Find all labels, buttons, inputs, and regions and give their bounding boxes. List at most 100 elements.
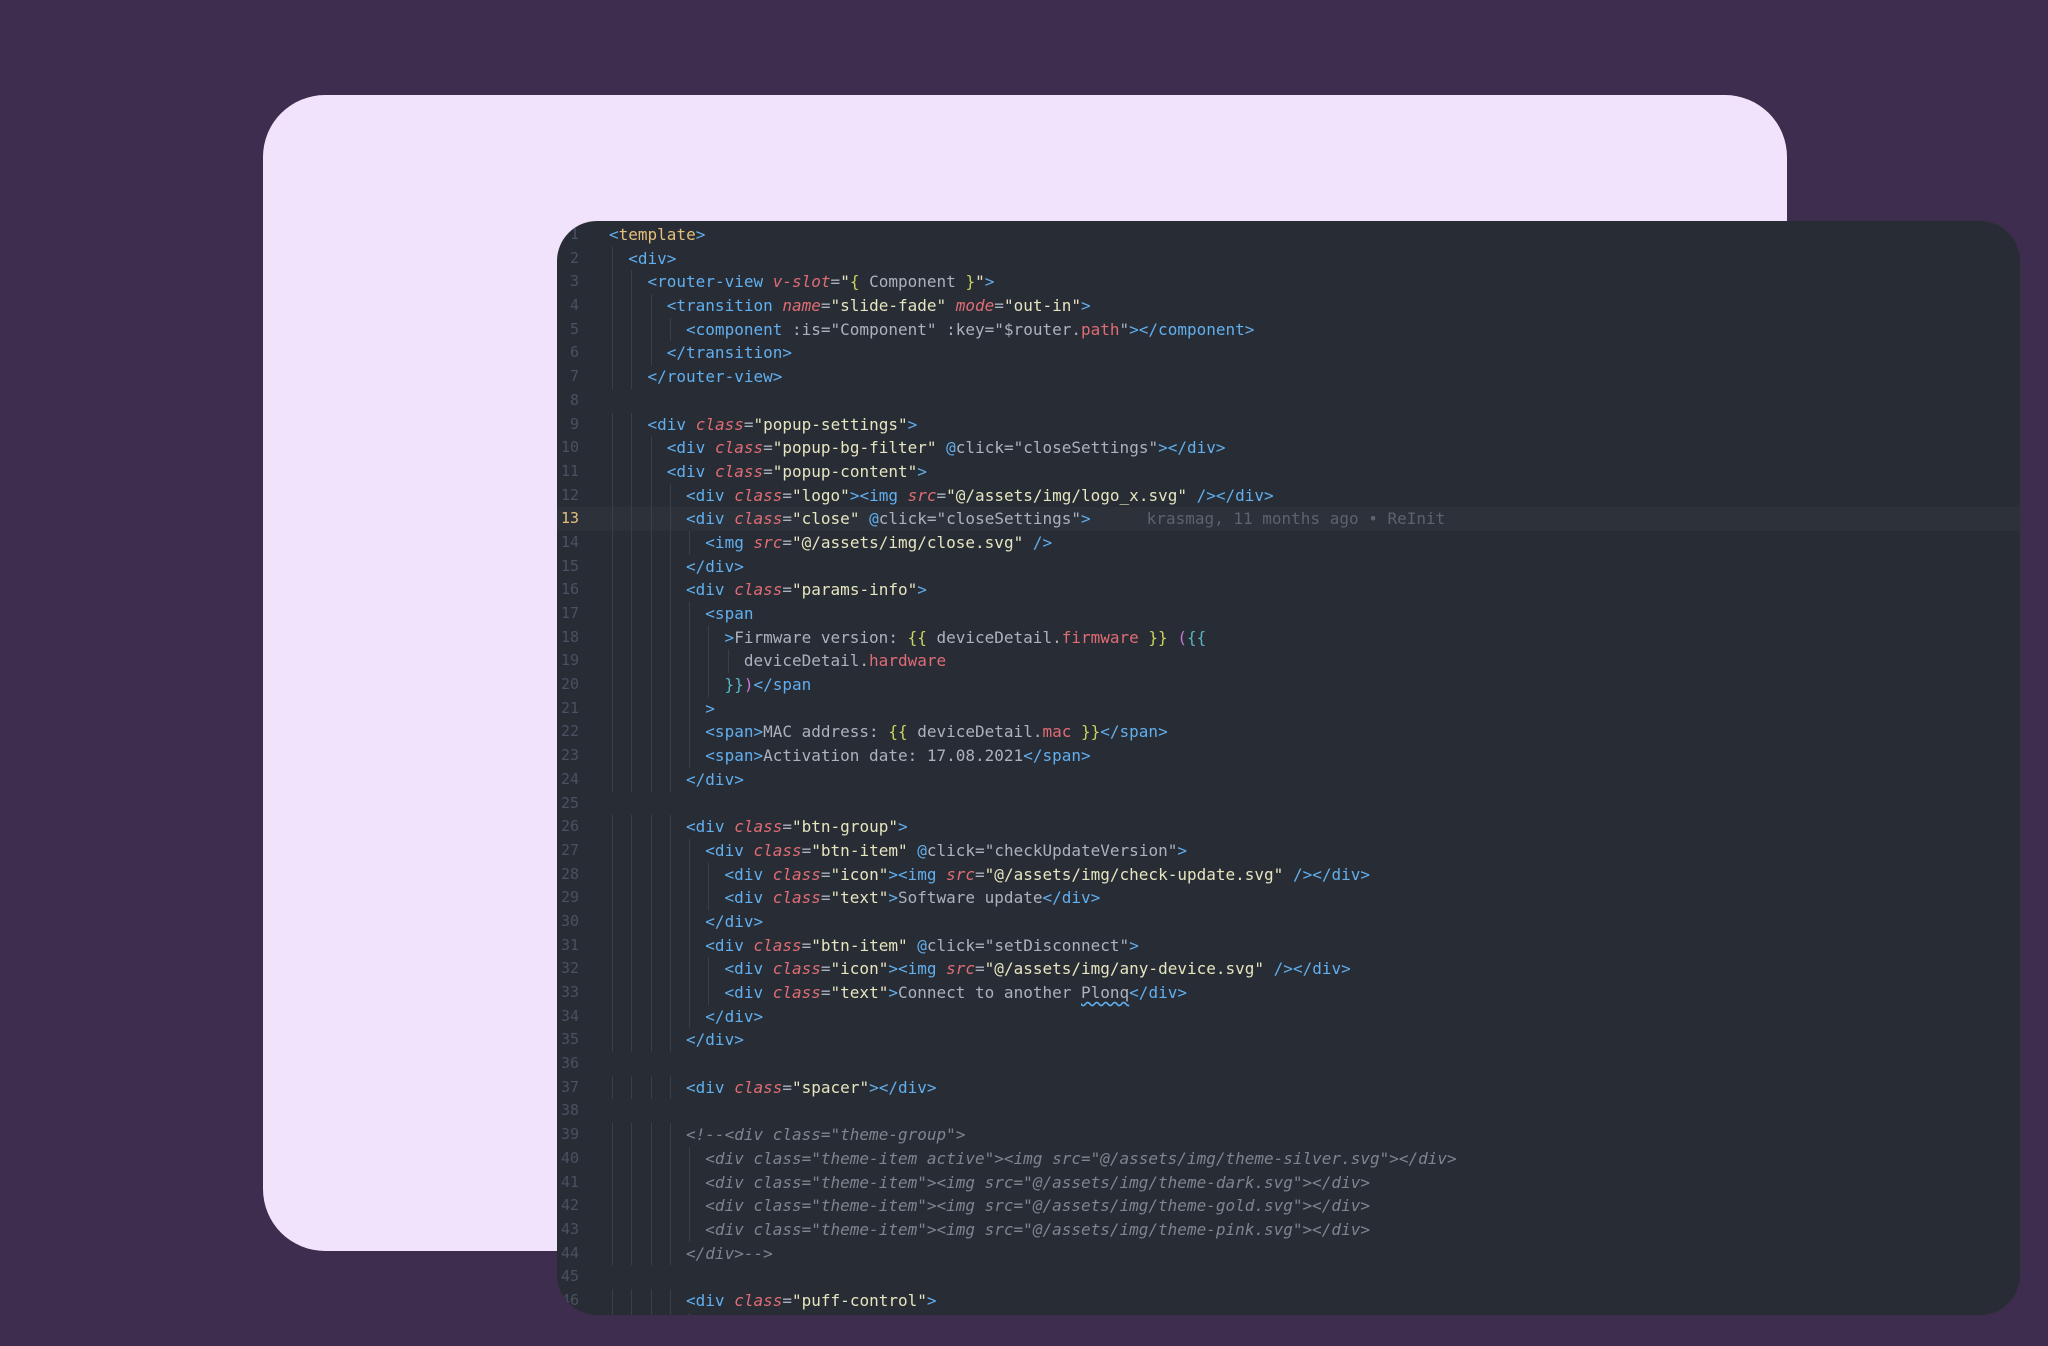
code-line[interactable]: 10 <div class="popup-bg-filter" @click="c… [557,436,2020,460]
indent-guide [612,1241,613,1266]
indent-guide [631,1146,633,1171]
code-line[interactable]: 4 <transition name="slide-fade" mode="out… [557,294,2020,318]
indent-guide [631,1217,633,1242]
code-line[interactable]: 41 <div class="theme-item"><img src="@/as… [557,1170,2020,1195]
line-number: 27 [560,840,579,859]
line-number: 22 [560,722,579,741]
code-text: <div class="text">Software update</div> [725,886,1101,910]
code-line[interactable]: 40 <div class="theme-item active"><img sr… [557,1146,2020,1171]
code-token: Firmware version: [734,627,908,647]
code-line[interactable]: 34 </div> [557,1004,2020,1029]
code-token: MAC address: [763,722,889,742]
code-line[interactable]: 25 [557,792,2020,816]
code-line[interactable]: 9 <div class="popup-settings"> [557,412,2020,437]
indent-guide [689,886,691,910]
code-line[interactable]: 43 <div class="theme-item"><img src="@/as… [557,1217,2020,1242]
code-token: <div [666,461,715,481]
code-token: deviceDetail. [926,627,1062,647]
code-line[interactable]: 24 </div> [557,767,2020,792]
code-token: > [907,414,918,434]
code-line[interactable]: 38 [557,1099,2020,1123]
code-line[interactable]: 32 <div class="icon"><img src="@/assets/i… [557,957,2020,981]
code-line[interactable]: 31 <div class="btn-item" @click="setDisco… [557,933,2020,958]
indent-guide [650,649,652,674]
indent-guide [612,341,613,366]
code-line[interactable]: 29 <div class="text">Software update</div… [557,886,2020,910]
code-text: <span>MAC address: {{ deviceDetail.mac }… [705,720,1167,744]
indent-guide [631,1123,633,1147]
indent-guide [631,1241,633,1266]
code-line[interactable]: 5 <component :is="Component" :key="$route… [557,317,2020,342]
code-line[interactable]: 27 <div class="btn-item" @click="checkUpd… [557,838,2020,863]
code-line[interactable]: 19 deviceDetail.hardware [557,649,2020,674]
indent-guide [650,1075,652,1100]
code-token: Connect to another [897,983,1081,1002]
code-line[interactable]: 20}})</span [557,673,2020,697]
code-line[interactable]: 3 <router-view v-slot="{ Component }"> [557,270,2020,295]
code-line[interactable]: 11 <div class="popup-content"> [557,459,2020,484]
code-line[interactable]: 46 <div class="puff-control"> [557,1288,2020,1313]
code-line[interactable]: 22 <span>MAC address: {{ deviceDetail.mac… [557,720,2020,745]
code-line[interactable]: 18 >Firmware version: {{ deviceDetail.fir… [557,625,2020,650]
indent-guide [612,649,613,674]
code-line[interactable]: 12 <div class="logo"><img src="@/assets/i… [557,483,2020,508]
indent-guide [669,1241,671,1266]
code-line[interactable]: 6 </transition> [557,341,2020,366]
code-line[interactable]: 26 <div class="btn-group"> [557,815,2020,839]
line-number: 37 [560,1077,579,1096]
code-text: <div class="label"> [705,1313,888,1316]
code-token: = [782,485,793,505]
code-token: = [975,864,985,884]
code-token: @ [917,935,927,955]
indent-guide [650,1028,652,1053]
code-line[interactable]: 37 <div class="spacer"></div> [557,1075,2020,1100]
code-text: <div class="puff-control"> [686,1289,936,1313]
indent-guide [631,1170,633,1195]
code-line[interactable]: 45 [557,1265,2020,1289]
indent-guide [708,673,710,697]
code-line[interactable]: 14 <img src="@/assets/img/close.svg" /> [557,530,2020,555]
code-line[interactable]: 13 <div class="close" @click="closeSettin… [557,507,2020,531]
code-line[interactable]: 42 <div class="theme-item"><img src="@/as… [557,1194,2020,1218]
line-number: 16 [560,580,579,599]
code-line[interactable]: 8 [557,389,2020,413]
code-line[interactable]: 15 </div> [557,554,2020,579]
code-text: <div class="theme-item"><img src="@/asse… [705,1171,1370,1195]
code-token: = [975,959,985,979]
code-text: <!--<div class="theme-group"> [686,1123,965,1147]
code-line[interactable]: 30 </div> [557,909,2020,934]
code-text: </div>--> [686,1242,773,1266]
indent-guide [689,909,691,934]
indent-guide [612,483,613,508]
line-number: 17 [560,604,579,622]
code-token: > [1081,509,1091,529]
code-token: "icon" [830,864,889,884]
code-line[interactable]: 21 > [557,696,2020,721]
code-token: = [743,414,754,434]
indent-guide [689,673,691,697]
code-line[interactable]: 47 <div class="label"> [557,1312,2020,1316]
code-line[interactable]: 39 <!--<div class="theme-group"> [557,1123,2020,1147]
code-line[interactable]: 28 <div class="icon"><img src="@/assets/i… [557,862,2020,887]
code-line[interactable]: 16 <div class="params-info"> [557,578,2020,602]
code-token: }} [724,675,744,695]
code-editor[interactable]: 1 <template> 2 <div> 3 <router-view v-slot="{… [557,221,2020,1315]
code-token: "@/assets/img/logo_x.svg" [946,485,1187,505]
code-line[interactable]: 23 <span>Activation date: 17.08.2021</spa… [557,744,2020,768]
code-line[interactable]: 36 [557,1052,2020,1076]
code-line[interactable]: 2 <div> [557,246,2020,271]
code-line[interactable]: 17 <span [557,602,2020,626]
code-line[interactable]: 33 <div class="text">Connect to another P… [557,981,2020,1005]
indent-guide [612,459,613,484]
code-token: ></component> [1129,319,1255,339]
code-token: > [888,983,898,1002]
code-line[interactable]: 1 <template> [557,223,2020,247]
code-token: = [820,983,831,1002]
code-line[interactable]: 35 </div> [557,1028,2020,1053]
indent-guide [689,1004,691,1029]
code-line[interactable]: 44 </div>--> [557,1241,2020,1266]
code-line[interactable]: 7 </router-view> [557,365,2020,389]
